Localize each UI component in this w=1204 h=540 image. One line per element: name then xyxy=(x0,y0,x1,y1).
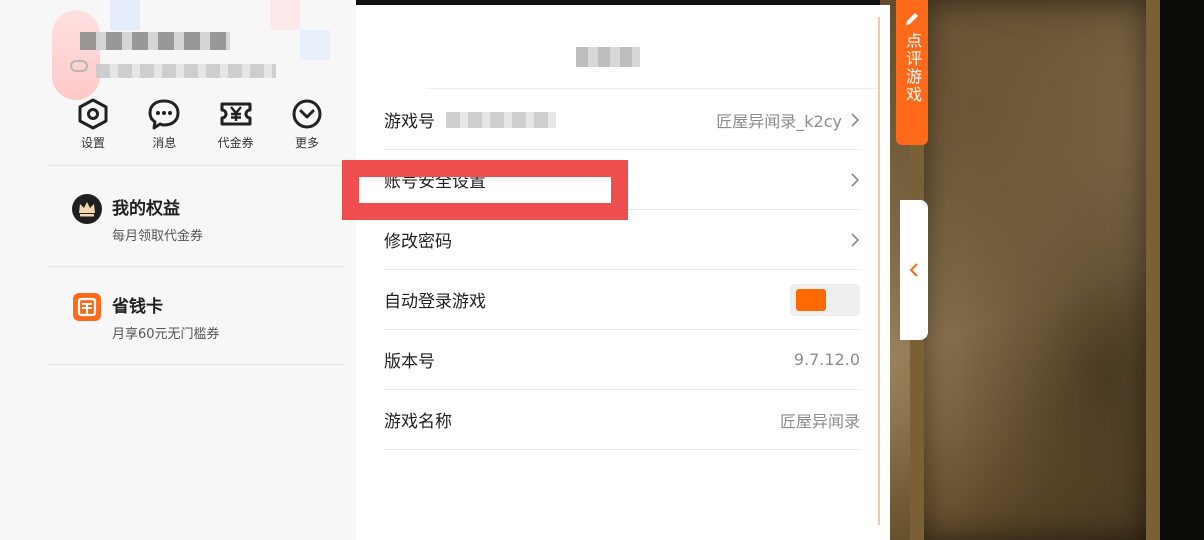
more-label: 更多 xyxy=(294,136,319,150)
game-background xyxy=(880,0,1204,540)
more-button[interactable]: 更多 xyxy=(274,96,340,151)
chevron-right-icon xyxy=(851,172,860,187)
settings-card: 游戏号 匠屋异闻录_k2cy 账号安全设置 修改密码 自动登录游戏 版本号 9.… xyxy=(356,5,890,540)
game-account-row[interactable]: 游戏号 匠屋异闻录_k2cy xyxy=(384,90,860,150)
auto-login-toggle[interactable] xyxy=(790,283,860,316)
screen-edge xyxy=(1160,0,1204,540)
row-label: 版本号 xyxy=(384,352,435,372)
saving-card-icon xyxy=(73,293,101,321)
review-tab-label: 点评游戏 xyxy=(903,32,922,104)
messages-button[interactable]: 消息 xyxy=(131,96,197,151)
blurred-decoration xyxy=(110,0,140,30)
chevron-right-icon xyxy=(851,232,860,247)
auto-login-row: 自动登录游戏 xyxy=(384,270,860,330)
crown-icon xyxy=(72,194,102,224)
chevron-right-icon xyxy=(851,112,860,127)
settings-label: 设置 xyxy=(80,136,105,150)
profile-panel: 设置 消息 代金券 更多 我的权益 每月领取代金券 省钱卡 月享60元无门槛券 xyxy=(0,0,356,540)
blurred-user-id xyxy=(96,64,276,78)
perk-subtitle: 月享60元无门槛券 xyxy=(112,327,220,342)
chevron-left-icon xyxy=(909,263,918,277)
divider xyxy=(48,266,344,267)
header-divider xyxy=(426,88,880,89)
perk-subtitle: 每月领取代金券 xyxy=(112,229,204,244)
divider xyxy=(48,165,344,166)
settings-button[interactable]: 设置 xyxy=(60,96,126,151)
blurred-decoration xyxy=(270,0,300,30)
chat-bubble-icon xyxy=(148,99,180,130)
messages-label: 消息 xyxy=(152,136,177,150)
perk-title: 我的权益 xyxy=(112,199,180,219)
review-game-tab[interactable]: 点评游戏 xyxy=(896,0,928,145)
account-security-row[interactable]: 账号安全设置 xyxy=(384,150,860,210)
gamepad-icon xyxy=(70,60,88,72)
change-password-row[interactable]: 修改密码 xyxy=(384,210,860,270)
game-name-value: 匠屋异闻录 xyxy=(779,411,860,431)
toggle-knob xyxy=(796,288,826,311)
row-label: 修改密码 xyxy=(384,232,452,252)
row-value: 匠屋异闻录_k2cy xyxy=(716,111,842,131)
hexagon-settings-icon xyxy=(78,98,108,130)
blurred-card-title xyxy=(576,47,640,67)
avatar[interactable] xyxy=(52,10,100,100)
quick-actions: 设置 消息 代金券 更多 xyxy=(60,96,340,151)
voucher-label: 代金券 xyxy=(217,136,254,150)
row-label: 游戏号 xyxy=(384,112,435,132)
voucher-button[interactable]: 代金券 xyxy=(203,96,269,151)
game-ornate-frame xyxy=(910,0,1160,540)
accent-line xyxy=(878,17,880,525)
perk-my-benefits[interactable]: 我的权益 每月领取代金券 xyxy=(72,194,203,244)
divider xyxy=(48,364,344,365)
collapse-panel-button[interactable] xyxy=(900,200,928,340)
blurred-decoration xyxy=(300,30,330,60)
blurred-username xyxy=(80,32,230,50)
version-row: 版本号 9.7.12.0 xyxy=(384,330,860,390)
voucher-yen-icon xyxy=(220,102,252,126)
chevron-circle-icon xyxy=(292,99,322,129)
row-label: 自动登录游戏 xyxy=(384,292,486,312)
blurred-account-id xyxy=(446,112,556,128)
pencil-icon xyxy=(906,13,918,25)
perk-title: 省钱卡 xyxy=(112,297,163,317)
perk-saving-card[interactable]: 省钱卡 月享60元无门槛券 xyxy=(72,292,220,342)
game-name-row: 游戏名称 匠屋异闻录 xyxy=(384,390,860,450)
version-value: 9.7.12.0 xyxy=(793,350,860,369)
row-label: 游戏名称 xyxy=(384,412,452,432)
row-label: 账号安全设置 xyxy=(384,172,486,192)
